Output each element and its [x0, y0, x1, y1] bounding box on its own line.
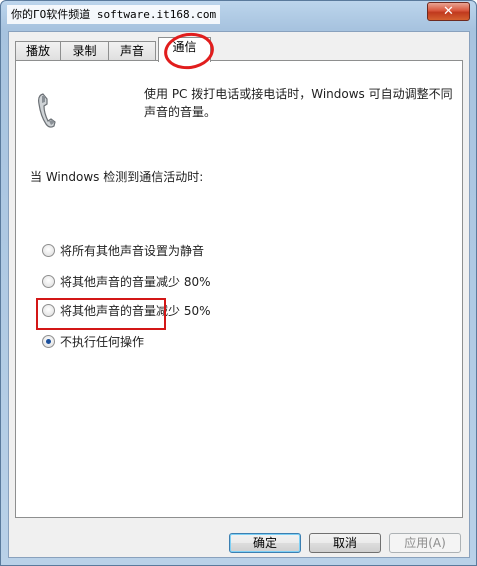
close-button[interactable]: ✕: [427, 2, 470, 21]
option-reduce-80[interactable]: 将其他声音的音量减少 80%: [42, 272, 211, 290]
option-label: 将其他声音的音量减少 50%: [60, 303, 211, 318]
radio-button[interactable]: [42, 243, 55, 257]
cancel-button[interactable]: 取消: [309, 533, 381, 553]
tab-playback[interactable]: 播放: [15, 41, 61, 61]
description-text: 使用 PC 拨打电话或接电话时，Windows 可自动调整不同声音的音量。: [144, 87, 453, 119]
tab-recording-label: 录制: [72, 44, 97, 58]
radio-button-selected[interactable]: [42, 334, 55, 348]
apply-button: 应用(A): [389, 533, 461, 553]
section-label: 当 Windows 检测到通信活动时:: [30, 170, 204, 184]
sound-dialog-window: 你的ΓΟ软件频道 software.it168.com ✕ 播放 录制 声音 通…: [0, 0, 477, 566]
dialog-client-area: 播放 录制 声音 通信 使用 PC 拨打电话或接电话时，Windows 可自动调…: [8, 29, 470, 558]
title-bar[interactable]: 你的ΓΟ软件频道 software.it168.com ✕: [1, 1, 476, 31]
option-mute-all[interactable]: 将所有其他声音设置为静音: [42, 241, 204, 259]
ok-button[interactable]: 确定: [229, 533, 301, 553]
tab-sounds-label: 声音: [119, 44, 144, 58]
close-icon: ✕: [443, 4, 454, 19]
tab-strip: 播放 录制 声音 通信: [15, 37, 465, 62]
radio-button[interactable]: [42, 303, 55, 317]
radio-button[interactable]: [42, 274, 55, 288]
telephone-handset-icon: [38, 93, 56, 128]
option-label: 将其他声音的音量减少 80%: [60, 274, 211, 289]
tab-communications-label: 通信: [172, 40, 197, 54]
option-reduce-50[interactable]: 将其他声音的音量减少 50%: [42, 301, 211, 319]
cancel-button-label: 取消: [332, 536, 357, 550]
apply-button-label: 应用(A): [404, 536, 446, 550]
communications-panel: 使用 PC 拨打电话或接电话时，Windows 可自动调整不同声音的音量。 当 …: [15, 60, 463, 518]
ok-button-label: 确定: [252, 536, 277, 550]
option-do-nothing[interactable]: 不执行任何操作: [42, 332, 144, 350]
option-label: 不执行任何操作: [60, 334, 145, 349]
tab-sounds[interactable]: 声音: [108, 41, 156, 61]
tab-communications[interactable]: 通信: [158, 37, 211, 62]
option-label: 将所有其他声音设置为静音: [60, 243, 205, 258]
window-title: 你的ΓΟ软件频道 software.it168.com: [7, 5, 221, 24]
tab-recording[interactable]: 录制: [60, 41, 109, 61]
tab-playback-label: 播放: [25, 44, 50, 58]
